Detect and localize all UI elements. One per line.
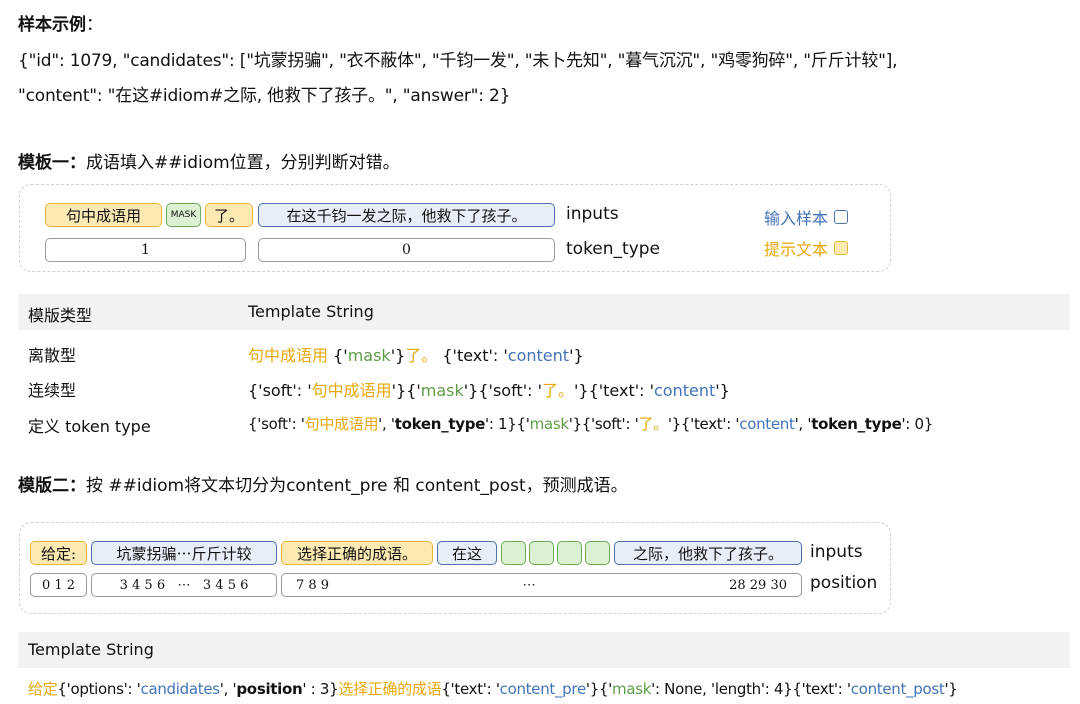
t-seg: '}{' [585,680,613,698]
t-hint: 句中成语用 [248,346,329,365]
chip-token-type-0: 0 [258,238,555,262]
chip-position-1: 0 1 2 [30,573,87,597]
t-mask: mask [529,415,569,433]
t-seg: ': 0} [901,415,934,433]
template2-header-string: Template String [28,640,154,659]
t-mask: mask [347,346,391,365]
t-hint: 了。 [405,346,438,365]
template2-diagram [19,522,891,614]
template2-desc: 按 ##idiom将文本切分为content_pre 和 content_pos… [86,476,628,496]
t-seg: '} [569,346,584,365]
label-inputs: inputs [566,204,619,224]
chip-content-post: 之际，他救下了孩子。 [614,541,802,565]
t-seg: ': 1}{' [485,415,530,433]
chip-content-pre: 在这 [437,541,497,565]
row-continuous-template: {'soft': '句中成语用'}{'mask'}{'soft': '了。'}{… [248,377,730,401]
template2-string: 给定{'options': 'candidates', 'position' :… [28,678,958,699]
chip-given: 给定: [30,541,87,565]
t-seg: {' [328,346,348,365]
chip-mask: MASK [166,203,201,227]
template1-heading: 模板一：成语填入##idiom位置，分别判断对错。 [18,148,400,173]
t-seg: ', ' [378,415,395,433]
label-inputs-2: inputs [810,542,863,562]
t-seg: {'soft': ' [248,381,312,400]
label-token-type: token_type [566,239,661,259]
chip-token-type-1: 1 [45,238,246,262]
t-content: content_post [850,680,945,698]
legend-hint-label: 提示文本 [764,240,829,259]
t-seg: '}{'soft': ' [463,381,542,400]
sample-heading: 样本示例： [18,10,103,35]
t-seg: ', ' [794,415,812,433]
sample-line-2: "content": "在这#idiom#之际, 他救下了孩子。", "answ… [18,86,511,106]
position-3-start: 7 8 9 [296,577,330,593]
chip-choose: 选择正确的成语。 [281,541,433,565]
template1-desc: 成语填入##idiom位置，分别判断对错。 [86,153,400,173]
t-seg: '} [390,346,406,365]
t-content: content [507,346,570,365]
row-continuous-label: 连续型 [28,381,77,400]
chip-hint-text: 句中成语用 [45,203,162,227]
t-key: token_type [394,415,486,433]
chip-content: 在这千钧一发之际，他救下了孩子。 [258,203,555,227]
t-seg: ' : 3} [302,680,339,698]
chip-candidates: 坑蒙拐骗⋯斤斤计较 [91,541,277,565]
legend-hint-swatch [834,241,849,255]
label-position: position [810,573,878,593]
template1-title: 模板一： [18,153,86,173]
row-tokentype-template: {'soft': '句中成语用', 'token_type': 1}{'mask… [248,413,933,434]
t-seg: '}{' [391,381,421,400]
chip-position-3: 7 8 9 ⋯ 28 29 30 [281,573,802,597]
t-seg: ': None, 'length': 4}{'text': ' [651,680,851,698]
chip-mask-slot-3 [557,541,582,565]
t-content: content [739,415,795,433]
t-content: content [654,381,716,400]
chip-le: 了。 [205,203,253,227]
t-content: content_pre [499,680,587,698]
row-discrete-label: 离散型 [28,346,77,365]
t-seg: '} [715,381,730,400]
t-mask: mask [420,381,464,400]
t-seg: '} [944,680,958,698]
template2-heading: 模版二：按 ##idiom将文本切分为content_pre 和 content… [18,471,628,496]
table-header-type: 模版类型 [28,306,93,325]
t-hint: 了。 [541,381,574,400]
t-seg: {'options': ' [57,680,141,698]
t-hint: 句中成语用 [304,415,379,433]
t-seg: {'text': ' [437,346,508,365]
sample-title: 样本示例 [18,15,86,35]
t-key: position [236,680,303,698]
table-header-string: Template String [248,302,374,321]
template2-table-header: Template String [18,632,1070,668]
t-key: token_type [811,415,902,433]
legend-input: 输入样本 [764,205,849,229]
t-seg: '}{'text': ' [667,415,740,433]
t-hint: 句中成语用 [311,381,392,400]
t-hint: 选择正确的成语 [338,680,442,698]
t-seg: {'text': ' [441,680,500,698]
template-table-header: 模版类型 Template String [18,294,1070,330]
t-seg: {'soft': ' [248,415,305,433]
row-discrete-template: 句中成语用 {'mask'}了。 {'text': 'content'} [248,342,584,366]
chip-mask-slot-1 [501,541,526,565]
t-hint: 了。 [638,415,668,433]
template2-title: 模版二： [18,476,86,496]
chip-mask-slot-4 [585,541,610,565]
t-seg: '}{'text': ' [573,381,654,400]
sample-line-1: {"id": 1079, "candidates": ["坑蒙拐骗", "衣不蔽… [18,51,898,71]
chip-mask-slot-2 [529,541,554,565]
row-tokentype-label: 定义 token type [28,417,151,436]
legend-input-label: 输入样本 [764,209,829,228]
t-content: candidates [140,680,221,698]
legend-input-swatch [834,210,849,224]
position-3-end: 28 29 30 [729,577,787,593]
sample-colon: ： [86,15,103,35]
t-seg: '}{'soft': ' [568,415,639,433]
t-seg: ', ' [219,680,237,698]
chip-position-2: 3 4 5 6 ⋯ 3 4 5 6 [91,573,277,597]
position-3-ellipsis: ⋯ [522,577,536,593]
legend-hint: 提示文本 [764,236,849,260]
t-hint: 给定 [28,680,58,698]
t-mask: mask [612,680,652,698]
